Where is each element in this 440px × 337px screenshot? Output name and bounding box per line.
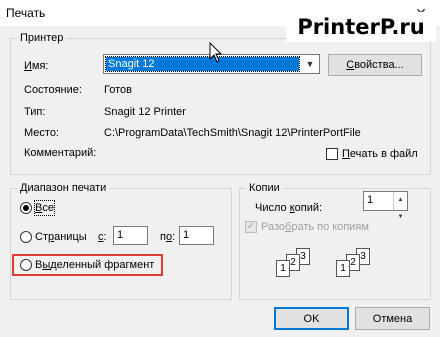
copies-count-label: Число копий: xyxy=(255,202,323,214)
type-value: Snagit 12 Printer xyxy=(104,106,186,118)
type-label: Тип: xyxy=(24,106,46,118)
where-value: C:\ProgramData\TechSmith\Snagit 12\Print… xyxy=(104,127,361,139)
range-pages-label[interactable]: Страницы xyxy=(35,230,87,244)
collate-checkbox[interactable]: ✓ xyxy=(245,221,257,233)
printer-name-label: Имя: xyxy=(24,60,49,72)
mouse-cursor-icon xyxy=(209,42,223,63)
spin-down-icon[interactable]: ▼ xyxy=(398,209,404,226)
window-title: Печать xyxy=(6,6,46,20)
from-page-input[interactable]: 1 xyxy=(113,226,148,245)
status-value: Готов xyxy=(104,84,132,96)
collate-page-1: 1 xyxy=(336,260,350,277)
chevron-down-icon: ▼ xyxy=(305,59,315,69)
properties-button[interactable]: Свойства... xyxy=(328,54,422,76)
to-label: по: xyxy=(160,231,176,243)
print-to-file-label[interactable]: Печать в файл xyxy=(342,147,418,161)
where-label: Место: xyxy=(24,127,59,139)
copies-group-title: Копии xyxy=(246,182,283,194)
range-pages-radio[interactable] xyxy=(20,231,32,243)
copies-count-value: 1 xyxy=(367,194,374,206)
collate-label[interactable]: Разобрать по копиям xyxy=(261,220,369,234)
print-range-group-title: Диапазон печати xyxy=(17,182,110,194)
collate-illustration: 3 2 1 3 2 1 xyxy=(272,242,382,282)
ok-button[interactable]: OK xyxy=(274,307,349,330)
range-all-radio[interactable] xyxy=(20,202,32,214)
spin-up-icon[interactable]: ▲ xyxy=(398,192,404,209)
range-selection-label[interactable]: Выделенный фрагмент xyxy=(35,258,154,272)
from-label: с: xyxy=(98,231,107,243)
printer-group-title: Принтер xyxy=(17,32,67,44)
copies-count-input[interactable]: 1 ▲ ▼ xyxy=(363,191,408,220)
status-label: Состояние: xyxy=(24,84,82,96)
watermark-logo: PrinterP.ru xyxy=(286,12,436,42)
copies-spinner[interactable]: ▲ ▼ xyxy=(393,192,407,220)
printer-name-value: Snagit 12 xyxy=(105,56,300,72)
range-selection-radio[interactable] xyxy=(20,259,32,271)
comment-label: Комментарий: xyxy=(24,147,97,159)
collate-page-1: 1 xyxy=(276,260,290,277)
range-all-label[interactable]: Все xyxy=(34,200,55,216)
to-page-input[interactable]: 1 xyxy=(179,226,214,245)
cancel-button[interactable]: Отмена xyxy=(355,307,430,330)
print-to-file-checkbox[interactable] xyxy=(326,148,338,160)
